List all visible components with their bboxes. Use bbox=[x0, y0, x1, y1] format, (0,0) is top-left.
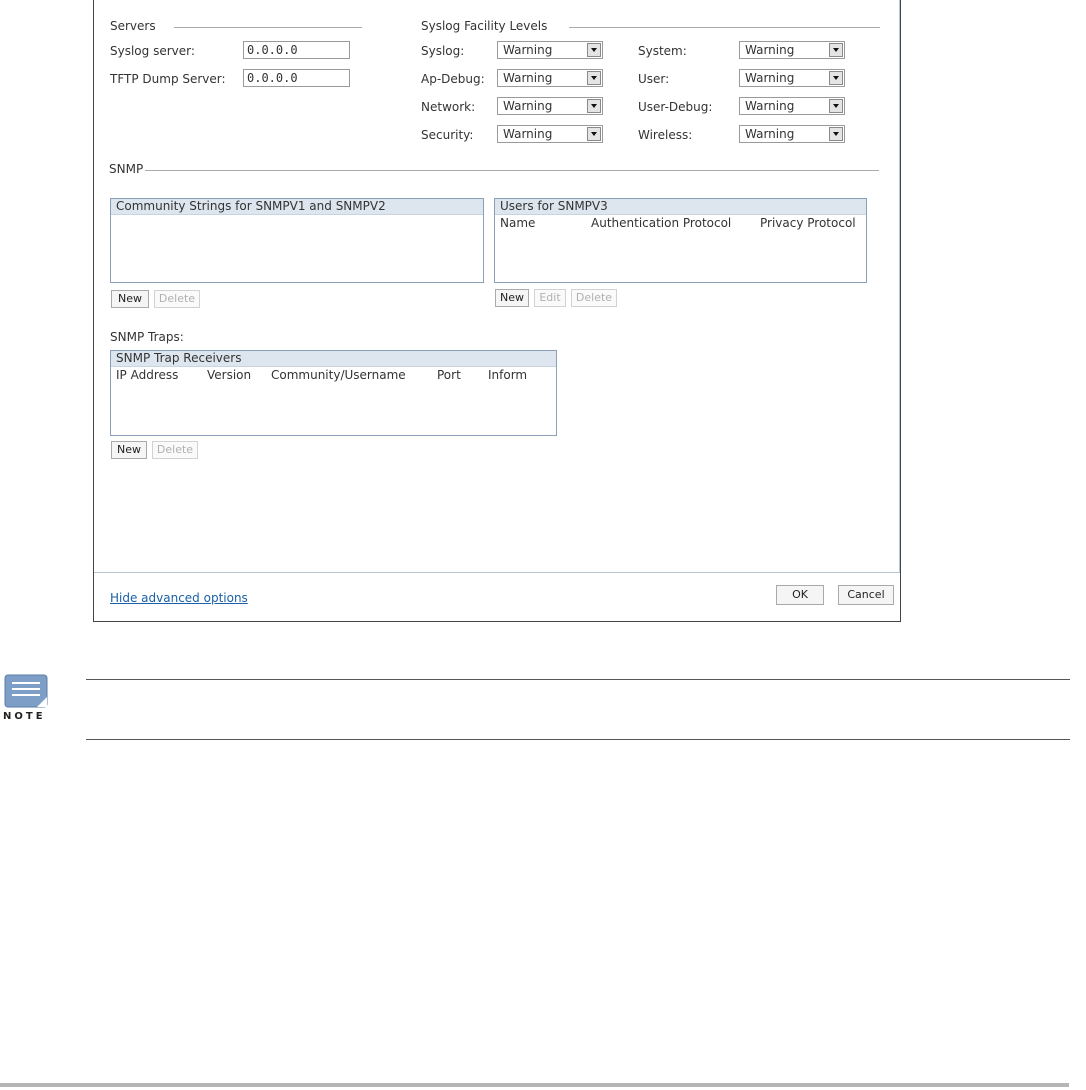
column-header-community-username: Community/Username bbox=[271, 368, 406, 382]
column-header-inform: Inform bbox=[488, 368, 528, 382]
level-label-user-debug: User-Debug: bbox=[638, 100, 713, 114]
level-label-network: Network: bbox=[421, 100, 476, 114]
dropdown-arrow-icon[interactable] bbox=[587, 71, 601, 85]
level-label-ap-debug: Ap-Debug: bbox=[421, 72, 485, 86]
facility-section-label: Syslog Facility Levels bbox=[421, 19, 548, 33]
trap-new-button[interactable]: New bbox=[111, 441, 147, 459]
level-select-system[interactable]: Warning bbox=[739, 41, 845, 59]
column-header-port: Port bbox=[437, 368, 461, 382]
level-value-network: Warning bbox=[503, 99, 553, 113]
tftp-server-label: TFTP Dump Server: bbox=[110, 72, 226, 86]
tftp-server-input[interactable]: 0.0.0.0 bbox=[243, 69, 350, 87]
dropdown-arrow-icon[interactable] bbox=[829, 43, 843, 57]
level-value-system: Warning bbox=[745, 43, 795, 57]
column-header-version: Version bbox=[207, 368, 252, 382]
note-bottom-rule bbox=[86, 739, 1070, 740]
page-bottom-bar bbox=[0, 1083, 1069, 1087]
community-new-button[interactable]: New bbox=[111, 290, 149, 308]
level-value-syslog: Warning bbox=[503, 43, 553, 57]
trap-receivers-header: SNMP Trap Receivers bbox=[111, 351, 556, 367]
snmpv3-users-header: Users for SNMPV3 bbox=[495, 199, 866, 215]
level-select-security[interactable]: Warning bbox=[497, 125, 603, 143]
column-header-ip-address: IP Address bbox=[116, 368, 179, 382]
level-select-network[interactable]: Warning bbox=[497, 97, 603, 115]
servers-section-label: Servers bbox=[110, 19, 156, 33]
ok-button[interactable]: OK bbox=[776, 585, 824, 605]
community-delete-button[interactable]: Delete bbox=[154, 290, 200, 308]
level-value-security: Warning bbox=[503, 127, 553, 141]
column-header-auth-protocol: Authentication Protocol bbox=[591, 216, 732, 230]
level-select-user-debug[interactable]: Warning bbox=[739, 97, 845, 115]
note-label: NOTE bbox=[3, 711, 46, 722]
dropdown-arrow-icon[interactable] bbox=[829, 71, 843, 85]
level-label-syslog: Syslog: bbox=[421, 44, 465, 58]
level-value-ap-debug: Warning bbox=[503, 71, 553, 85]
level-value-user: Warning bbox=[745, 71, 795, 85]
snmpv3-delete-button[interactable]: Delete bbox=[571, 289, 617, 307]
level-label-system: System: bbox=[638, 44, 687, 58]
dialog: Servers Syslog server: 0.0.0.0 TFTP Dump… bbox=[93, 0, 901, 622]
dialog-footer: Hide advanced options OK Cancel bbox=[94, 572, 900, 623]
community-strings-panel[interactable]: Community Strings for SNMPV1 and SNMPV2 bbox=[110, 198, 484, 283]
dropdown-arrow-icon[interactable] bbox=[587, 43, 601, 57]
facility-divider bbox=[569, 27, 880, 28]
level-label-wireless: Wireless: bbox=[638, 128, 693, 142]
snmp-divider bbox=[145, 170, 879, 171]
column-header-privacy-protocol: Privacy Protocol bbox=[760, 216, 856, 230]
servers-divider bbox=[174, 27, 362, 28]
snmp-section-label: SNMP bbox=[109, 162, 144, 176]
snmpv3-new-button[interactable]: New bbox=[495, 289, 529, 307]
level-label-user: User: bbox=[638, 72, 670, 86]
dialog-content: Servers Syslog server: 0.0.0.0 TFTP Dump… bbox=[94, 0, 900, 572]
level-value-user-debug: Warning bbox=[745, 99, 795, 113]
level-value-wireless: Warning bbox=[745, 127, 795, 141]
level-select-wireless[interactable]: Warning bbox=[739, 125, 845, 143]
dropdown-arrow-icon[interactable] bbox=[829, 99, 843, 113]
level-select-syslog[interactable]: Warning bbox=[497, 41, 603, 59]
community-strings-header: Community Strings for SNMPV1 and SNMPV2 bbox=[111, 199, 483, 215]
dropdown-arrow-icon[interactable] bbox=[829, 127, 843, 141]
hide-advanced-options-link[interactable]: Hide advanced options bbox=[110, 591, 248, 605]
note-top-rule bbox=[86, 679, 1070, 680]
column-header-name: Name bbox=[500, 216, 536, 230]
snmp-traps-label: SNMP Traps: bbox=[110, 330, 184, 344]
trap-delete-button[interactable]: Delete bbox=[152, 441, 198, 459]
syslog-server-label: Syslog server: bbox=[110, 44, 195, 58]
level-select-ap-debug[interactable]: Warning bbox=[497, 69, 603, 87]
syslog-server-input[interactable]: 0.0.0.0 bbox=[243, 41, 350, 59]
snmpv3-edit-button[interactable]: Edit bbox=[534, 289, 566, 307]
note-icon: NOTE bbox=[3, 673, 51, 723]
level-label-security: Security: bbox=[421, 128, 474, 142]
dropdown-arrow-icon[interactable] bbox=[587, 127, 601, 141]
snmpv3-users-panel[interactable]: Users for SNMPV3 Name Authentication Pro… bbox=[494, 198, 867, 283]
cancel-button[interactable]: Cancel bbox=[838, 585, 894, 605]
trap-receivers-panel[interactable]: SNMP Trap Receivers IP Address Version C… bbox=[110, 350, 557, 436]
dropdown-arrow-icon[interactable] bbox=[587, 99, 601, 113]
level-select-user[interactable]: Warning bbox=[739, 69, 845, 87]
